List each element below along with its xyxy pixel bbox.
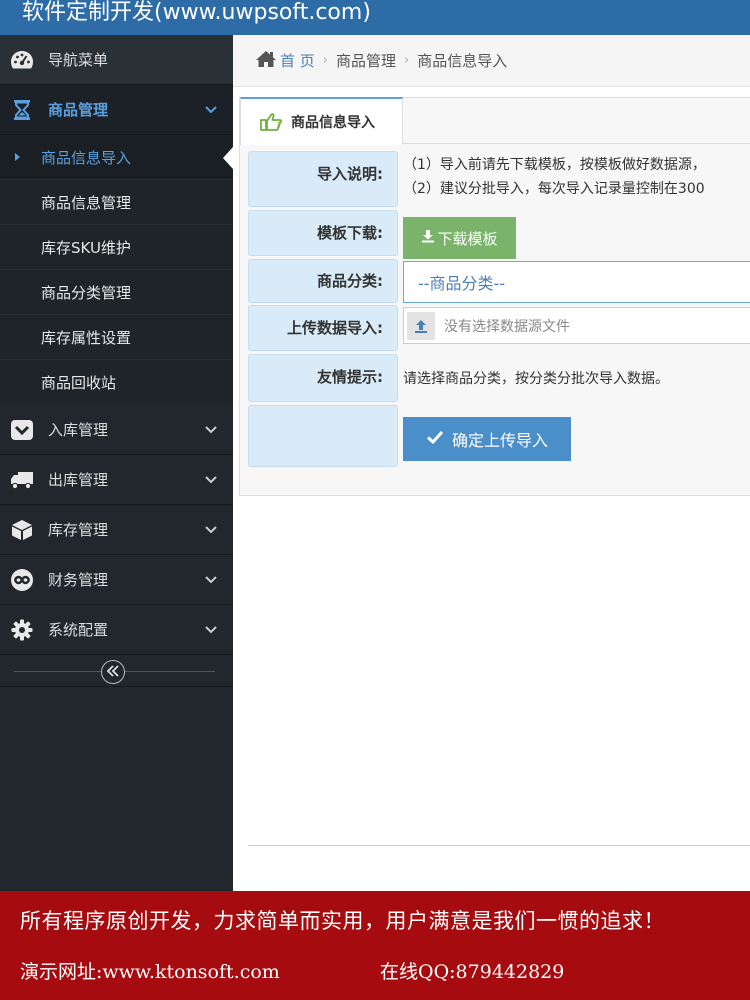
sidebar-subitem-label: 库存SKU维护 (41, 238, 131, 257)
sidebar-item-label: 系统配置 (48, 621, 109, 639)
confirm-upload-label: 确定上传导入 (451, 431, 548, 450)
footer-banner: 所有程序原创开发，力求简单而实用，用户满意是我们一惯的追求！ 演示网址:www.… (0, 891, 750, 1000)
brand-title: 软件定制开发(www.uwpsoft.com) (22, 0, 371, 25)
chevron-down-icon (203, 621, 219, 637)
footer-slogan: 所有程序原创开发，力求简单而实用，用户满意是我们一惯的追求！ (20, 909, 665, 933)
breadcrumb-item-current: 商品信息导入 (417, 52, 508, 70)
hand-pointer-icon (259, 112, 283, 132)
tab-label: 商品信息导入 (291, 115, 375, 131)
content-divider (248, 845, 750, 846)
sidebar-item-inventory[interactable]: 库存管理 (0, 505, 233, 555)
sidebar-item-settings[interactable]: 系统配置 (0, 605, 233, 655)
sidebar-nav-title: 导航菜单 (0, 35, 233, 85)
chevron-down-icon (203, 521, 219, 537)
tab-bar: 商品信息导入 (240, 97, 750, 145)
sidebar-subitem-label: 商品信息导入 (41, 148, 132, 167)
sidebar-subitem-category[interactable]: 商品分类管理 (0, 270, 233, 315)
instruction-line: （1）导入前请先下载模板，按模板做好数据源， (403, 157, 706, 173)
chevron-down-icon (203, 471, 219, 487)
double-chevron-left-icon (106, 663, 120, 682)
chevron-down-icon (203, 421, 219, 437)
chevron-down-icon (203, 101, 219, 117)
active-indicator (223, 147, 233, 169)
breadcrumb-item[interactable]: 商品管理 (336, 50, 396, 71)
sidebar-item-inbound[interactable]: 入库管理 (0, 405, 233, 455)
upload-value: 没有选择数据源文件 (403, 305, 750, 351)
upload-icon[interactable] (407, 311, 435, 340)
download-template-button[interactable]: 下载模板 (403, 217, 516, 259)
sidebar-item-label: 财务管理 (48, 571, 109, 589)
instruction-line: （2）建议分批导入，每次导入记录量控制在300 (403, 181, 705, 197)
cube-icon (10, 518, 34, 542)
gear-icon (10, 618, 34, 642)
dashboard-icon (10, 48, 34, 72)
sidebar-subitem-label: 商品分类管理 (41, 283, 132, 302)
finance-icon (10, 568, 34, 592)
chevron-down-icon (203, 571, 219, 587)
sidebar-nav-title-label: 导航菜单 (48, 51, 109, 69)
category-select-value: --商品分类-- (418, 274, 506, 293)
breadcrumb-home-link[interactable]: 首 页 (255, 50, 315, 72)
sidebar-item-goods[interactable]: 商品管理 (0, 85, 233, 135)
home-icon (255, 50, 280, 72)
category-label: 商品分类: (248, 259, 398, 303)
caret-right-icon (15, 153, 20, 161)
check-icon (426, 429, 452, 449)
upload-label: 上传数据导入: (248, 305, 398, 351)
chevron-right-icon: › (404, 53, 410, 68)
row-template: 模板下载: 下载模板 (248, 210, 750, 259)
sidebar-subitem-label: 库存属性设置 (41, 328, 132, 347)
category-value: --商品分类-- (403, 259, 750, 303)
row-instructions: 导入说明: （1）导入前请先下载模板，按模板做好数据源， （2）建议分批导入，每… (248, 151, 750, 207)
sidebar-item-label: 库存管理 (48, 521, 109, 539)
breadcrumb: 首 页 › 商品管理 › 商品信息导入 (233, 35, 750, 87)
file-input-placeholder: 没有选择数据源文件 (444, 318, 570, 335)
footer-qq: 在线QQ:879442829 (380, 961, 565, 983)
file-input[interactable]: 没有选择数据源文件 (403, 307, 750, 344)
inbox-icon (10, 418, 34, 442)
tip-value: 请选择商品分类，按分类分批次导入数据。 (403, 354, 750, 402)
submit-label-cell (248, 405, 398, 467)
category-select[interactable]: --商品分类-- (403, 261, 750, 303)
top-header: 软件定制开发(www.uwpsoft.com) (0, 0, 750, 35)
sidebar-collapse-row (0, 655, 233, 687)
row-tip: 友情提示: 请选择商品分类，按分类分批次导入数据。 (248, 354, 750, 402)
instructions-text: （1）导入前请先下载模板，按模板做好数据源， （2）建议分批导入，每次导入记录量… (403, 153, 750, 209)
download-template-label: 下载模板 (437, 229, 498, 248)
hourglass-icon (10, 98, 34, 122)
import-panel: 商品信息导入 导入说明: （1）导入前请先下载模板，按模板做好数据源， （2）建… (239, 97, 750, 496)
confirm-upload-button[interactable]: 确定上传导入 (403, 417, 571, 461)
sidebar-subitem-label: 商品回收站 (41, 373, 117, 392)
tab-goods-import[interactable]: 商品信息导入 (240, 97, 403, 145)
truck-icon (10, 468, 34, 492)
sidebar-subitem-sku[interactable]: 库存SKU维护 (0, 225, 233, 270)
sidebar: 导航菜单 商品管理 商品信息导入 商品信息管理 库存SKU维护 商品分类管理 库… (0, 35, 233, 891)
sidebar-item-goods-label: 商品管理 (48, 101, 109, 119)
sidebar-item-label: 入库管理 (48, 421, 109, 439)
row-upload: 上传数据导入: 没有选择数据源文件 (248, 305, 750, 351)
template-value: 下载模板 (403, 210, 750, 259)
sidebar-subitem-recycle[interactable]: 商品回收站 (0, 360, 233, 405)
row-category: 商品分类: --商品分类-- (248, 259, 750, 303)
sidebar-item-outbound[interactable]: 出库管理 (0, 455, 233, 505)
chevron-right-icon: › (322, 53, 328, 68)
instructions-label: 导入说明: (248, 151, 398, 207)
row-submit: 确定上传导入 (248, 405, 750, 467)
sidebar-subitem-goods-manage[interactable]: 商品信息管理 (0, 180, 233, 225)
sidebar-subitem-goods-import[interactable]: 商品信息导入 (0, 135, 233, 180)
submit-value: 确定上传导入 (403, 405, 750, 467)
sidebar-subitem-label: 商品信息管理 (41, 193, 132, 212)
tip-text: 请选择商品分类，按分类分批次导入数据。 (403, 371, 669, 387)
footer-site: 演示网址:www.ktonsoft.com (20, 961, 280, 983)
sidebar-item-finance[interactable]: 财务管理 (0, 555, 233, 605)
breadcrumb-home-label: 首 页 (280, 52, 315, 70)
sidebar-collapse-button[interactable] (101, 660, 125, 684)
tip-label: 友情提示: (248, 354, 398, 402)
sidebar-item-label: 出库管理 (48, 471, 109, 489)
template-label: 模板下载: (248, 210, 398, 256)
sidebar-subitem-attributes[interactable]: 库存属性设置 (0, 315, 233, 360)
download-icon (421, 229, 437, 247)
